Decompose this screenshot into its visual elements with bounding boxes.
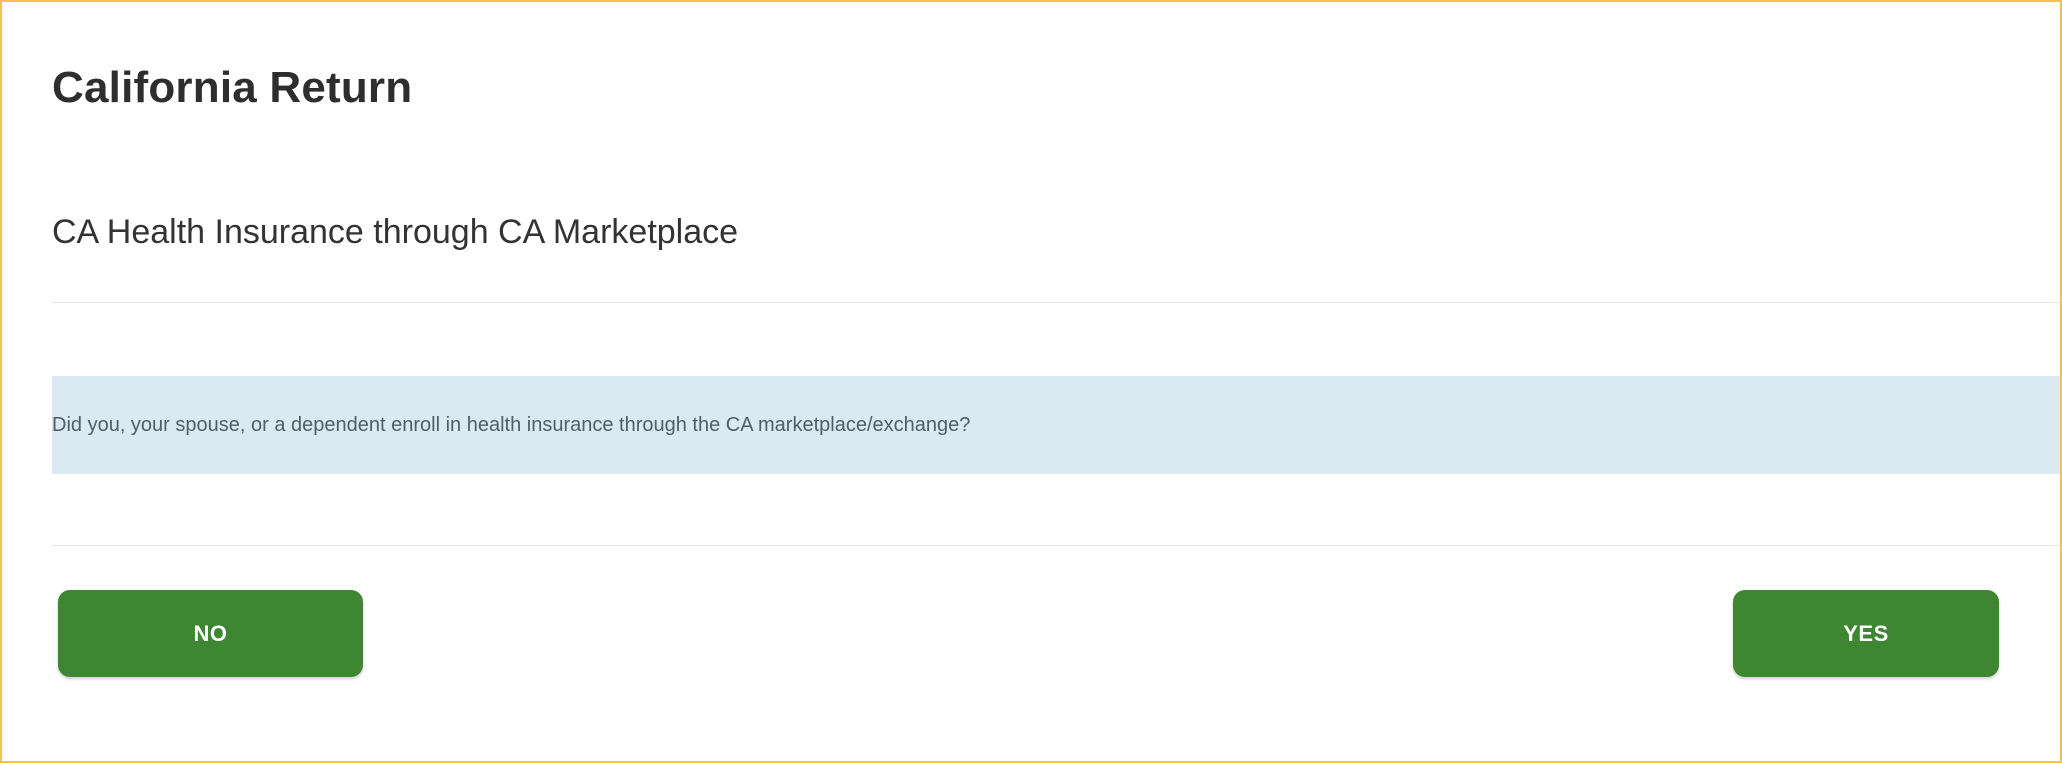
actions-divider <box>52 545 2060 546</box>
section-title: CA Health Insurance through CA Marketpla… <box>52 213 739 251</box>
no-button[interactable]: NO <box>58 590 363 677</box>
page-title: California Return <box>52 63 413 112</box>
yes-button[interactable]: YES <box>1733 590 1999 677</box>
section-divider <box>52 302 2060 303</box>
question-panel: Did you, your spouse, or a dependent enr… <box>52 376 2060 474</box>
main-content: California Return CA Health Insurance th… <box>52 2 2060 761</box>
page-frame: California Return CA Health Insurance th… <box>0 0 2062 763</box>
question-text: Did you, your spouse, or a dependent enr… <box>52 414 971 436</box>
